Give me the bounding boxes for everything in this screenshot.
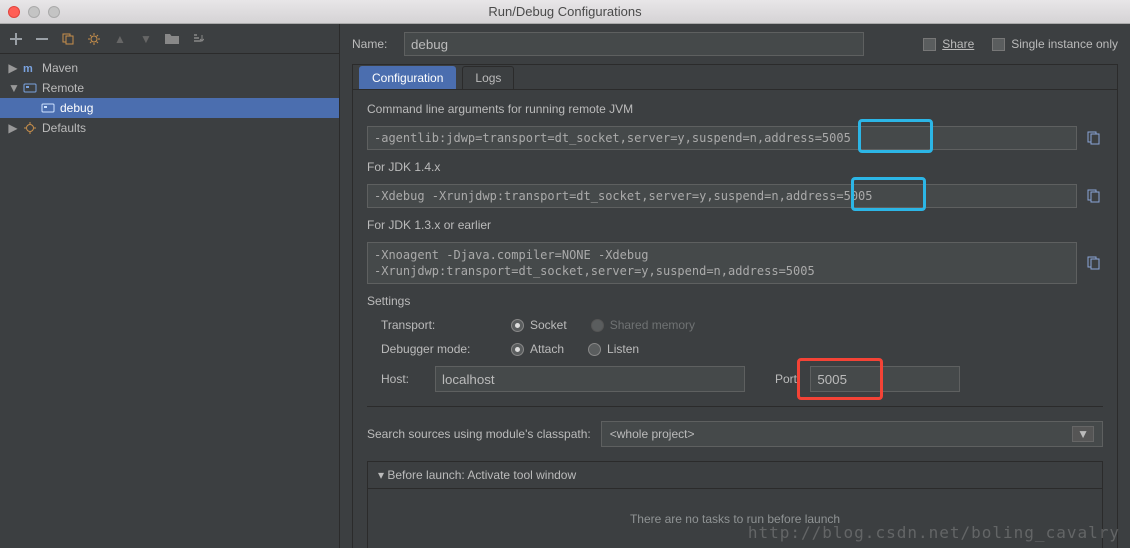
expand-icon: ▶ xyxy=(8,121,18,135)
folder-button[interactable] xyxy=(164,31,180,47)
copy-jdk14-button[interactable] xyxy=(1085,187,1103,205)
remove-config-button[interactable] xyxy=(34,31,50,47)
config-tabs: Configuration Logs xyxy=(353,64,1117,90)
tree-item-label: debug xyxy=(60,101,93,115)
svg-text:m: m xyxy=(23,63,33,75)
name-label: Name: xyxy=(352,37,394,51)
tree-item-label: Defaults xyxy=(42,121,86,135)
before-launch-empty: There are no tasks to run before launch xyxy=(368,488,1102,548)
before-launch-panel: ▾ Before launch: Activate tool window Th… xyxy=(367,461,1103,548)
move-up-button[interactable]: ▲ xyxy=(112,31,128,47)
host-input[interactable] xyxy=(435,366,745,392)
tab-configuration[interactable]: Configuration xyxy=(359,66,456,89)
defaults-icon xyxy=(22,120,38,136)
name-input[interactable] xyxy=(404,32,864,56)
mode-label: Debugger mode: xyxy=(381,342,511,356)
tree-item-defaults[interactable]: ▶ Defaults xyxy=(0,118,339,138)
tree-item-label: Maven xyxy=(42,61,78,75)
port-label: Port: xyxy=(775,372,800,386)
tree-item-label: Remote xyxy=(42,81,84,95)
jdk14-label: For JDK 1.4.x xyxy=(367,160,1103,174)
jdk13-field[interactable]: -Xnoagent -Djava.compiler=NONE -Xdebug-X… xyxy=(367,242,1077,284)
move-down-button[interactable]: ▼ xyxy=(138,31,154,47)
tree-item-debug[interactable]: debug xyxy=(0,98,339,118)
copy-jdk13-button[interactable] xyxy=(1085,254,1103,272)
remote-debug-icon xyxy=(40,100,56,116)
add-config-button[interactable] xyxy=(8,31,24,47)
window-titlebar: Run/Debug Configurations xyxy=(0,0,1130,24)
share-label: Share xyxy=(942,37,974,51)
module-classpath-select[interactable]: <whole project> ▼ xyxy=(601,421,1103,447)
mode-attach-radio[interactable]: Attach xyxy=(511,342,564,356)
sort-button[interactable] xyxy=(190,31,206,47)
port-input[interactable] xyxy=(810,366,960,392)
transport-shared-radio: Shared memory xyxy=(591,318,695,332)
tab-logs[interactable]: Logs xyxy=(462,66,514,89)
single-instance-checkbox[interactable]: Single instance only xyxy=(992,37,1118,51)
edit-defaults-button[interactable] xyxy=(86,31,102,47)
collapse-icon: ▼ xyxy=(8,81,18,95)
copy-config-button[interactable] xyxy=(60,31,76,47)
config-content: Name: Share Single instance only Configu… xyxy=(340,24,1130,548)
sidebar-toolbar: ▲ ▼ xyxy=(0,24,339,54)
expand-icon: ▶ xyxy=(8,61,18,75)
config-tree: ▶ m Maven ▼ Remote debug ▶ Defaults xyxy=(0,54,339,142)
single-instance-label: Single instance only xyxy=(1011,37,1118,51)
tree-item-maven[interactable]: ▶ m Maven xyxy=(0,58,339,78)
tree-item-remote[interactable]: ▼ Remote xyxy=(0,78,339,98)
settings-heading: Settings xyxy=(367,294,1103,308)
cmdline-label: Command line arguments for running remot… xyxy=(367,102,1103,116)
copy-cmdline-button[interactable] xyxy=(1085,129,1103,147)
chevron-down-icon: ▼ xyxy=(1072,426,1094,442)
config-sidebar: ▲ ▼ ▶ m Maven ▼ Remote debug ▶ xyxy=(0,24,340,548)
share-checkbox[interactable]: Share xyxy=(923,37,974,51)
cmdline-field[interactable]: -agentlib:jdwp=transport=dt_socket,serve… xyxy=(367,126,1077,150)
mode-listen-radio[interactable]: Listen xyxy=(588,342,639,356)
before-launch-header[interactable]: ▾ Before launch: Activate tool window xyxy=(368,462,1102,488)
remote-icon xyxy=(22,80,38,96)
jdk13-label: For JDK 1.3.x or earlier xyxy=(367,218,1103,232)
window-title: Run/Debug Configurations xyxy=(0,4,1130,19)
host-label: Host: xyxy=(381,372,425,386)
jdk14-field[interactable]: -Xdebug -Xrunjdwp:transport=dt_socket,se… xyxy=(367,184,1077,208)
transport-socket-radio[interactable]: Socket xyxy=(511,318,567,332)
search-sources-label: Search sources using module's classpath: xyxy=(367,427,591,441)
maven-icon: m xyxy=(22,60,38,76)
transport-label: Transport: xyxy=(381,318,511,332)
